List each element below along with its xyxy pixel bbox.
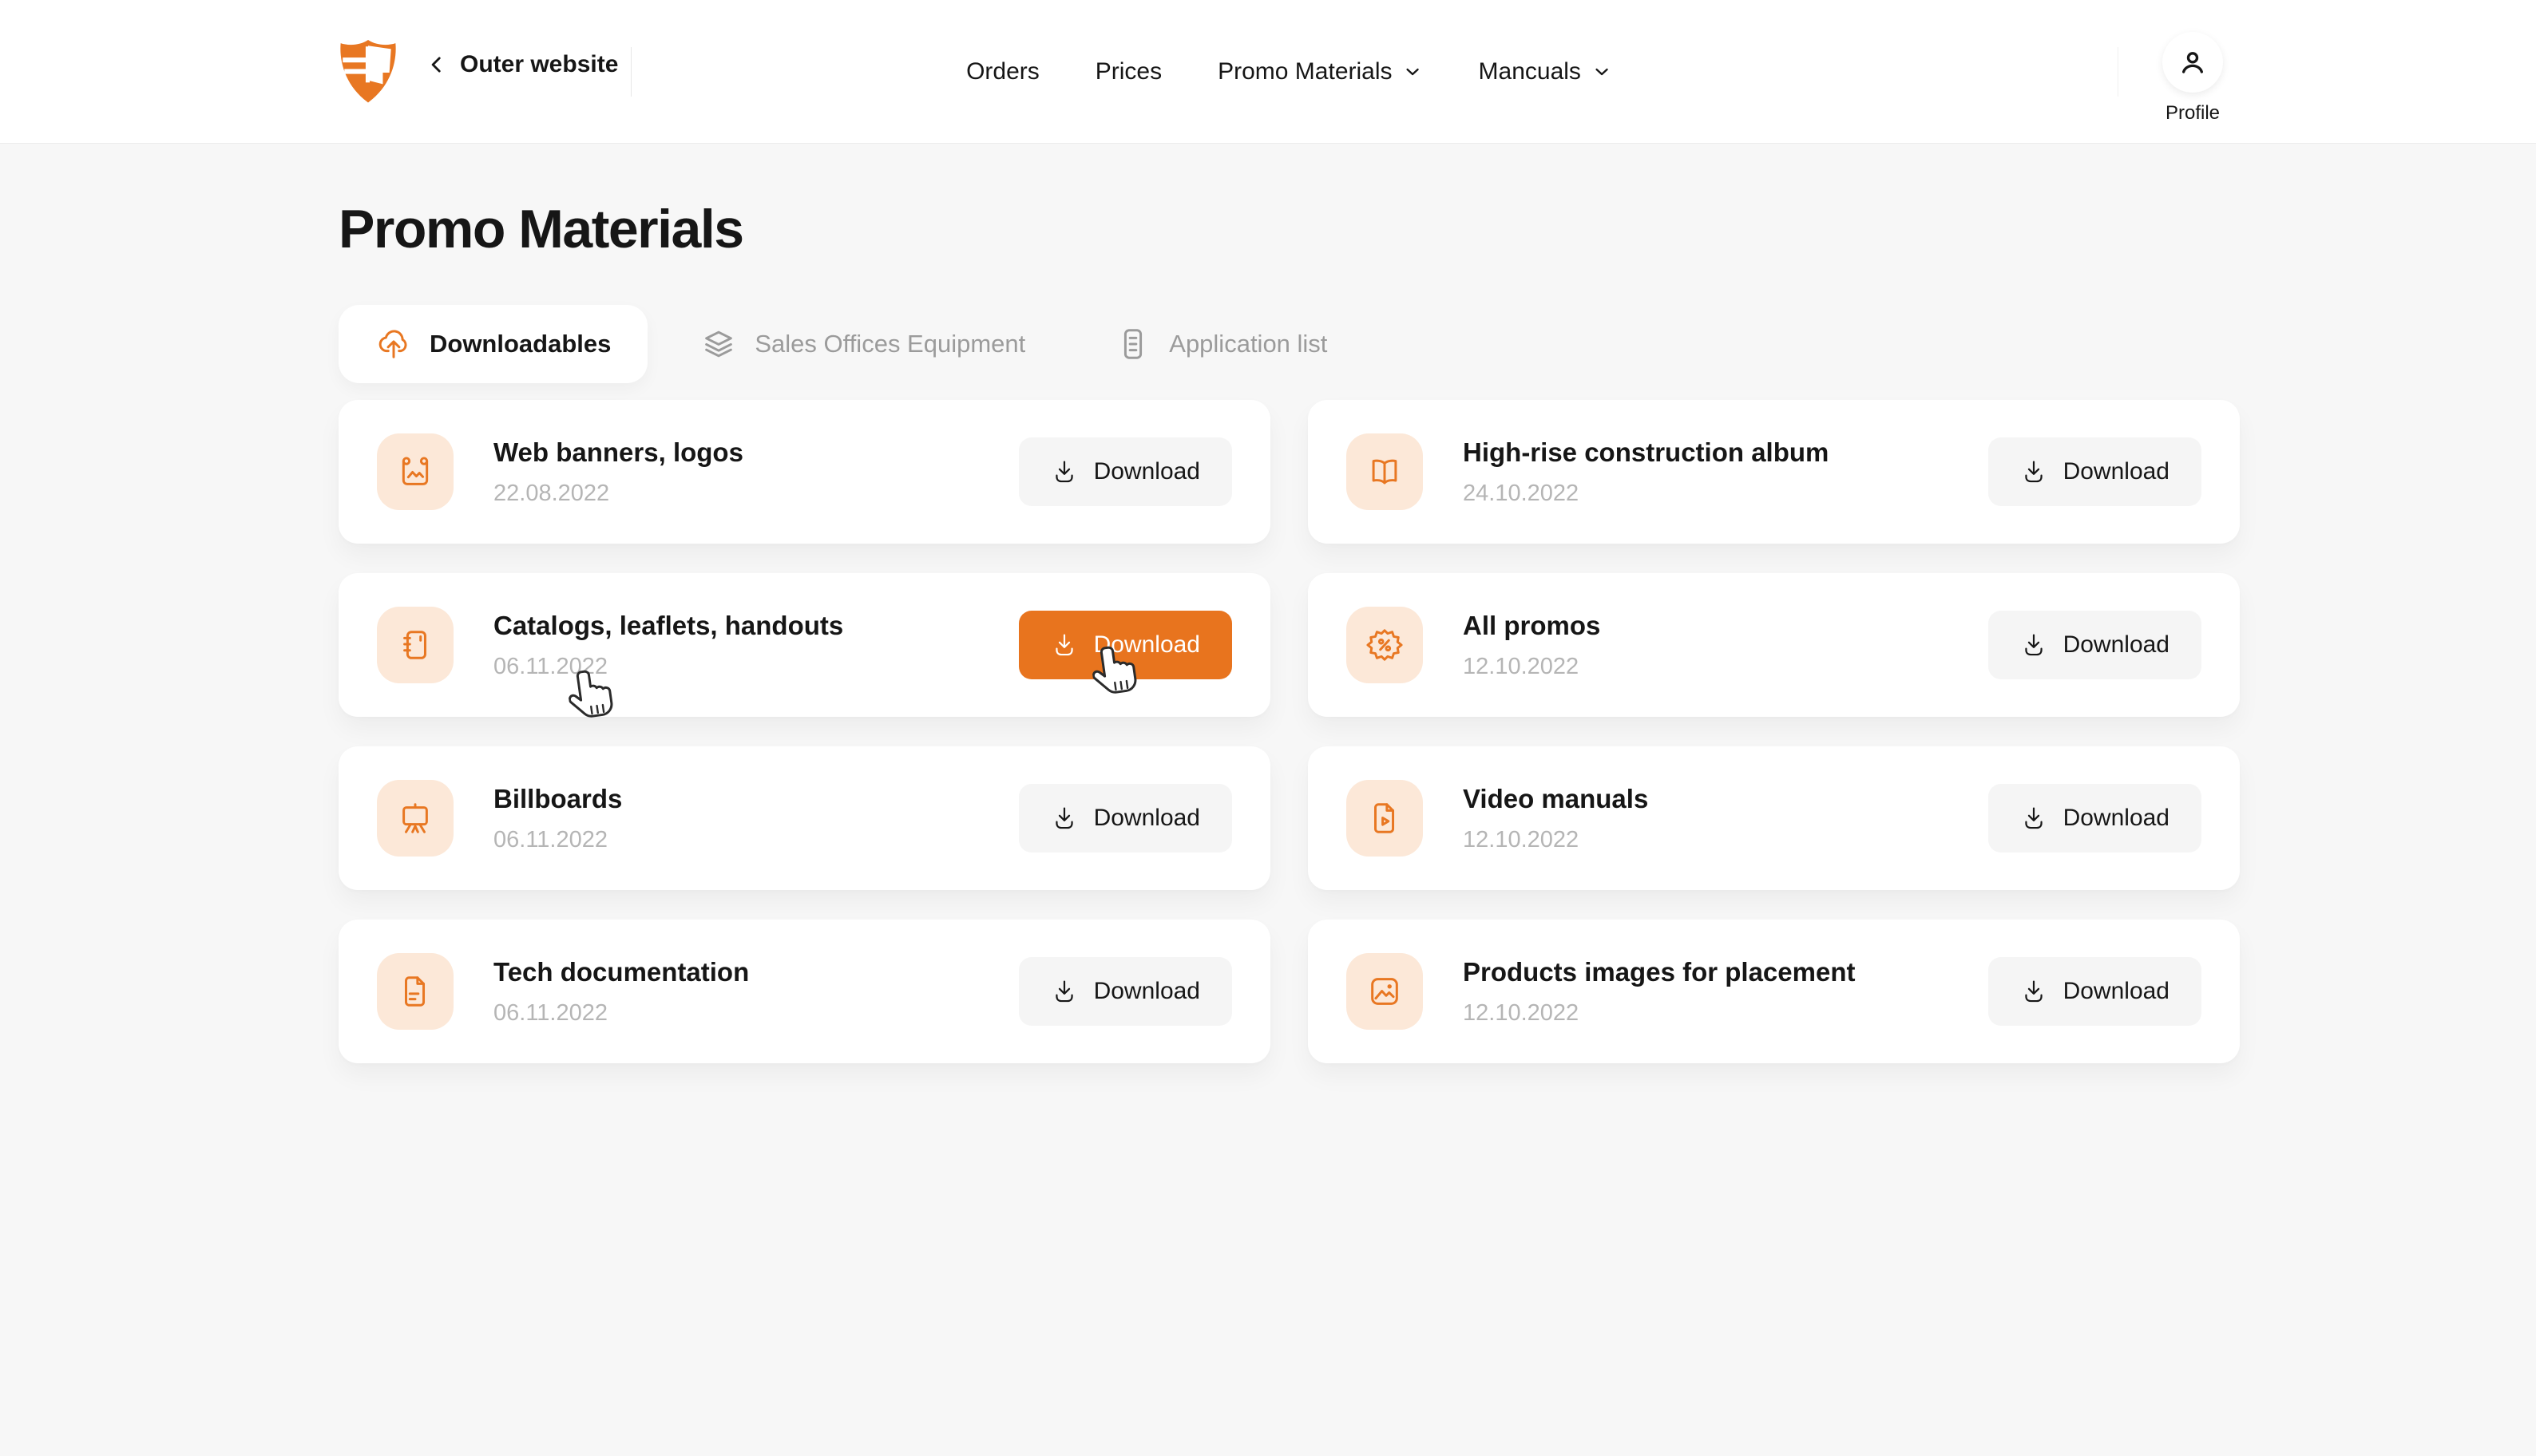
download-icon bbox=[2020, 805, 2047, 832]
back-label: Outer website bbox=[460, 51, 618, 78]
main-nav: Orders Prices Promo Materials Mancuals bbox=[966, 0, 1611, 143]
card-title: High-rise construction album bbox=[1463, 437, 1829, 468]
card-date: 22.08.2022 bbox=[493, 481, 743, 507]
chevron-down-icon bbox=[1592, 62, 1611, 81]
download-button[interactable]: Download bbox=[1988, 437, 2201, 506]
download-icon bbox=[1051, 458, 1078, 485]
download-button[interactable]: Download bbox=[1988, 784, 2201, 853]
download-button[interactable]: Download bbox=[1019, 611, 1232, 679]
card-title: Catalogs, leaflets, handouts bbox=[493, 611, 843, 641]
download-button[interactable]: Download bbox=[1988, 611, 2201, 679]
page-title: Promo Materials bbox=[339, 198, 743, 260]
download-icon bbox=[2020, 458, 2047, 485]
tabs: Downloadables Sales Offices Equipment Ap… bbox=[339, 305, 1364, 383]
card-title: All promos bbox=[1463, 611, 1600, 641]
card-title: Video manuals bbox=[1463, 784, 1648, 814]
card-title: Tech documentation bbox=[493, 957, 749, 987]
top-bar: Outer website Orders Prices Promo Materi… bbox=[0, 0, 2536, 144]
download-icon bbox=[1051, 805, 1078, 832]
card-title: Web banners, logos bbox=[493, 437, 743, 468]
card-high-rise-album[interactable]: High-rise construction album 24.10.2022 … bbox=[1308, 400, 2240, 544]
download-button[interactable]: Download bbox=[1019, 437, 1232, 506]
layers-icon bbox=[700, 326, 737, 362]
card-title: Products images for placement bbox=[1463, 957, 1855, 987]
nav-item-orders[interactable]: Orders bbox=[966, 58, 1040, 85]
tab-downloadables[interactable]: Downloadables bbox=[339, 305, 648, 383]
profile-label: Profile bbox=[2166, 102, 2220, 125]
download-button[interactable]: Download bbox=[1019, 957, 1232, 1026]
card-catalogs-leaflets[interactable]: Catalogs, leaflets, handouts 06.11.2022 … bbox=[339, 573, 1270, 717]
catalog-icon bbox=[397, 627, 434, 663]
image-icon bbox=[1366, 973, 1403, 1010]
card-date: 12.10.2022 bbox=[1463, 1000, 1855, 1027]
easel-icon bbox=[397, 800, 434, 837]
card-products-images[interactable]: Products images for placement 12.10.2022… bbox=[1308, 920, 2240, 1063]
card-date: 24.10.2022 bbox=[1463, 481, 1829, 507]
card-date: 06.11.2022 bbox=[493, 827, 622, 853]
download-icon bbox=[1051, 978, 1078, 1005]
nav-item-mancuals[interactable]: Mancuals bbox=[1479, 58, 1611, 85]
nav-item-promo-materials[interactable]: Promo Materials bbox=[1218, 58, 1422, 85]
card-tech-documentation[interactable]: Tech documentation 06.11.2022 Download bbox=[339, 920, 1270, 1063]
header-divider bbox=[631, 47, 632, 97]
download-icon bbox=[1051, 631, 1078, 659]
nav-item-prices[interactable]: Prices bbox=[1096, 58, 1162, 85]
shield-logo-icon bbox=[339, 38, 398, 104]
cloud-upload-icon bbox=[375, 326, 412, 362]
banner-icon bbox=[397, 453, 434, 490]
card-date: 12.10.2022 bbox=[1463, 827, 1648, 853]
chevron-left-icon bbox=[426, 54, 447, 75]
promo-badge-icon bbox=[1366, 627, 1403, 663]
download-button[interactable]: Download bbox=[1988, 957, 2201, 1026]
open-book-icon bbox=[1366, 453, 1403, 490]
document-icon bbox=[397, 973, 434, 1010]
card-date: 06.11.2022 bbox=[493, 1000, 749, 1027]
profile-avatar bbox=[2162, 32, 2223, 93]
tab-sales-offices-equipment[interactable]: Sales Offices Equipment bbox=[664, 305, 1062, 383]
card-title: Billboards bbox=[493, 784, 622, 814]
list-icon bbox=[1115, 326, 1151, 362]
downloadables-list: Web banners, logos 22.08.2022 Download H… bbox=[339, 400, 2240, 1063]
card-web-banners[interactable]: Web banners, logos 22.08.2022 Download bbox=[339, 400, 1270, 544]
download-icon bbox=[2020, 978, 2047, 1005]
card-date: 12.10.2022 bbox=[1463, 654, 1600, 680]
back-button[interactable]: Outer website bbox=[426, 51, 618, 78]
profile-button[interactable]: Profile bbox=[2158, 32, 2228, 125]
card-billboards[interactable]: Billboards 06.11.2022 Download bbox=[339, 746, 1270, 890]
download-button[interactable]: Download bbox=[1019, 784, 1232, 853]
chevron-down-icon bbox=[1404, 62, 1423, 81]
card-date: 06.11.2022 bbox=[493, 654, 843, 680]
download-icon bbox=[2020, 631, 2047, 659]
card-all-promos[interactable]: All promos 12.10.2022 Download bbox=[1308, 573, 2240, 717]
user-icon bbox=[2177, 46, 2209, 78]
video-file-icon bbox=[1366, 800, 1403, 837]
tab-application-list[interactable]: Application list bbox=[1078, 305, 1364, 383]
card-video-manuals[interactable]: Video manuals 12.10.2022 Download bbox=[1308, 746, 2240, 890]
